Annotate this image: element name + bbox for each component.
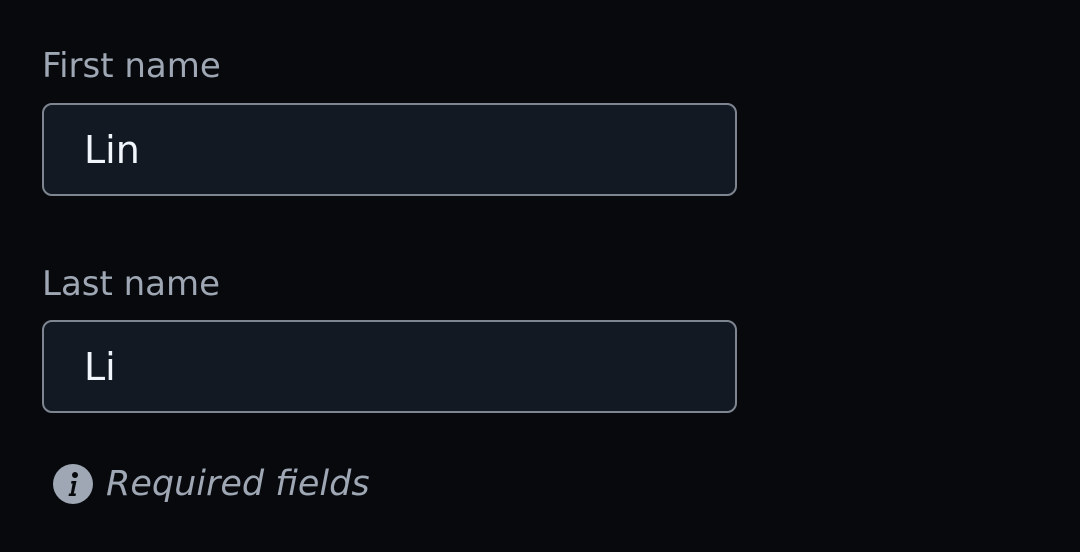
name-form: First name Last name Required fields — [0, 0, 1080, 552]
last-name-input[interactable] — [42, 320, 737, 413]
info-icon — [53, 464, 93, 504]
first-name-input[interactable] — [42, 103, 737, 196]
last-name-label: Last name — [42, 264, 221, 304]
first-name-label: First name — [42, 46, 221, 86]
required-fields-text: Required fields — [106, 464, 370, 504]
required-fields-hint: Required fields — [53, 462, 370, 506]
